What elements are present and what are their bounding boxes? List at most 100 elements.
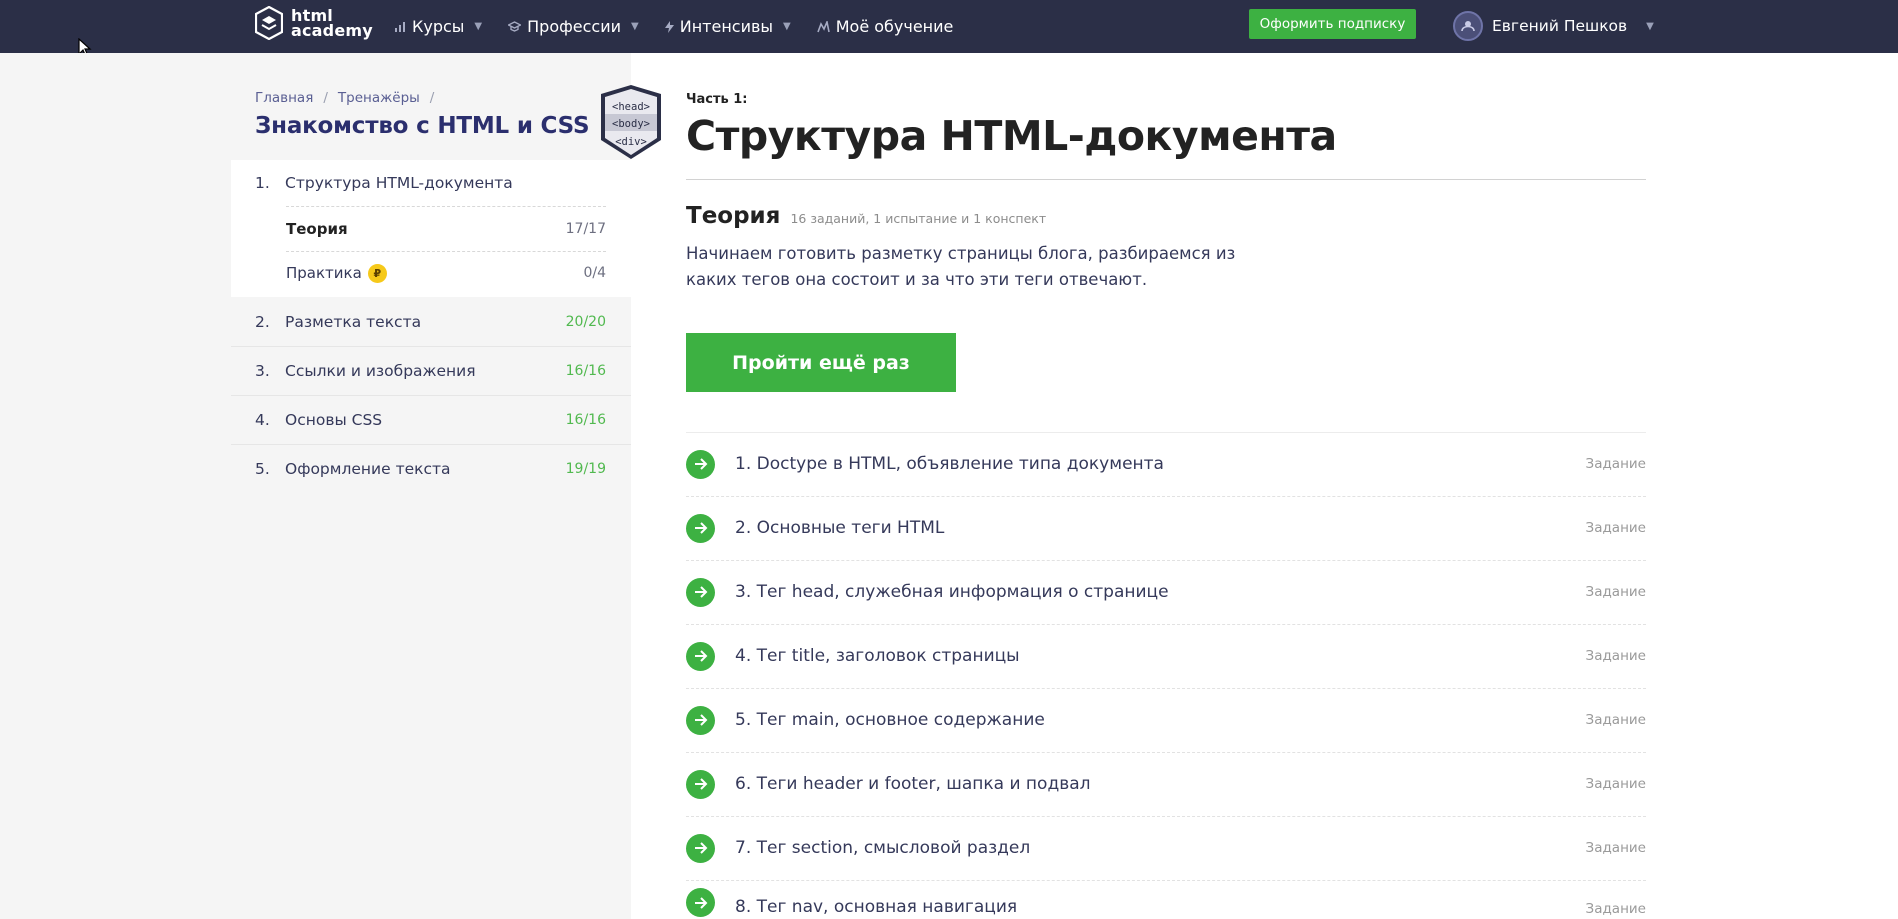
nav-intensives-label: Интенсивы	[679, 17, 774, 36]
task-type: Задание	[1585, 584, 1646, 600]
breadcrumb: Главная / Тренажёры /	[255, 90, 434, 106]
chapter-label: Структура HTML-документа	[285, 174, 513, 192]
badge-line-1: <head>	[612, 101, 650, 113]
nav-my-learning-label: Моё обучение	[835, 17, 954, 36]
task-title: 8. Тег nav, основная навигация	[735, 897, 1018, 917]
chapter-3[interactable]: 3. Ссылки и изображения 16/16	[255, 361, 606, 381]
divider	[286, 206, 606, 207]
chapter-score: 16/16	[565, 363, 606, 379]
nav-professions-label: Профессии	[527, 17, 622, 36]
divider	[286, 251, 606, 252]
chevron-down-icon: ▼	[783, 21, 791, 32]
nav-my-learning[interactable]: Моё обучение	[816, 17, 954, 36]
chapter-1[interactable]: 1. Структура HTML-документа	[255, 173, 606, 193]
task-title: 5. Тег main, основное содержание	[735, 710, 1045, 730]
task-type: Задание	[1585, 776, 1646, 792]
arrow-right-icon	[686, 513, 715, 543]
logo-text: html academy	[291, 8, 373, 40]
arrow-right-icon	[686, 769, 715, 799]
subitem-label: Теория	[286, 220, 348, 238]
task-type: Задание	[1585, 901, 1646, 917]
chapter-number: 2.	[255, 313, 270, 331]
task-type: Задание	[1585, 456, 1646, 472]
page-title: Структура HTML-документа	[686, 112, 1337, 160]
user-avatar-icon	[1461, 21, 1475, 32]
divider	[686, 179, 1646, 180]
user-name: Евгений Пешков	[1492, 17, 1628, 35]
nav-intensives[interactable]: Интенсивы ▼	[664, 17, 791, 36]
task-item[interactable]: 6. Теги header и footer, шапка и подвал …	[686, 752, 1646, 816]
task-item[interactable]: 8. Тег nav, основная навигация Задание	[686, 880, 1646, 919]
arrow-right-icon	[686, 449, 715, 479]
avatar	[1453, 11, 1483, 41]
logo-icon	[255, 6, 283, 40]
task-title: 7. Тег section, смысловой раздел	[735, 838, 1031, 858]
subitem-score: 17/17	[565, 221, 606, 237]
task-item[interactable]: 3. Тег head, служебная информация о стра…	[686, 560, 1646, 624]
task-item[interactable]: 7. Тег section, смысловой раздел Задание	[686, 816, 1646, 880]
chapter-score: 20/20	[565, 314, 606, 330]
bolt-icon	[664, 20, 674, 33]
chapter-5[interactable]: 5. Оформление текста 19/19	[255, 459, 606, 479]
task-type: Задание	[1585, 648, 1646, 664]
html-badge-icon: <head> <body> <div>	[601, 85, 661, 159]
breadcrumb-trainers[interactable]: Тренажёры	[338, 90, 420, 106]
divider	[231, 444, 631, 445]
task-title: 2. Основные теги HTML	[735, 518, 945, 538]
arrow-right-icon	[686, 833, 715, 863]
graduation-cap-icon	[508, 21, 522, 32]
arrow-right-icon	[686, 888, 715, 917]
task-title: 6. Теги header и footer, шапка и подвал	[735, 774, 1091, 794]
theory-heading: Теория	[686, 203, 781, 229]
arrow-right-icon	[686, 577, 715, 607]
breadcrumb-separator: /	[323, 90, 328, 106]
learning-icon	[816, 20, 830, 32]
chevron-down-icon: ▼	[474, 21, 483, 32]
task-item[interactable]: 5. Тег main, основное содержание Задание	[686, 688, 1646, 752]
nav-courses-label: Курсы	[412, 17, 465, 36]
task-title: 4. Тег title, заголовок страницы	[735, 646, 1020, 666]
coin-icon: ₽	[367, 263, 387, 283]
task-item[interactable]: 4. Тег title, заголовок страницы Задание	[686, 624, 1646, 688]
chapter-score: 19/19	[565, 461, 606, 477]
arrow-right-icon	[686, 705, 715, 735]
main-nav: Курсы ▼ Профессии ▼ Интенсивы ▼ Моё обуч…	[395, 0, 953, 53]
task-item[interactable]: 1. Doctype в HTML, объявление типа докум…	[686, 432, 1646, 496]
theory-meta: 16 заданий, 1 испытание и 1 конспект	[790, 211, 1047, 226]
nav-professions[interactable]: Профессии ▼	[508, 17, 639, 36]
chapter-label: Ссылки и изображения	[285, 362, 476, 380]
chapter-number: 5.	[255, 460, 270, 478]
chevron-down-icon: ▼	[631, 21, 639, 32]
divider	[231, 346, 631, 347]
part-label: Часть 1:	[686, 92, 748, 107]
subitem-label: Практика	[286, 264, 362, 282]
breadcrumb-home[interactable]: Главная	[255, 90, 313, 106]
subitem-theory[interactable]: Теория 17/17	[286, 219, 606, 239]
chapter-number: 3.	[255, 362, 270, 380]
chevron-down-icon: ▼	[1646, 20, 1654, 32]
nav-courses[interactable]: Курсы ▼	[395, 17, 482, 36]
chapter-score: 16/16	[565, 412, 606, 428]
chapter-4[interactable]: 4. Основы CSS 16/16	[255, 410, 606, 430]
chart-icon	[395, 22, 405, 32]
breadcrumb-separator: /	[429, 90, 435, 106]
chapter-2[interactable]: 2. Разметка текста 20/20	[255, 312, 606, 332]
task-item[interactable]: 2. Основные теги HTML Задание	[686, 496, 1646, 560]
retry-button[interactable]: Пройти ещё раз	[686, 333, 956, 392]
badge-line-3: <div>	[615, 136, 647, 148]
task-title: 3. Тег head, служебная информация о стра…	[735, 582, 1169, 602]
chapter-number: 1.	[255, 174, 270, 192]
subitem-practice[interactable]: Практика ₽ 0/4	[286, 263, 606, 283]
theory-description: Начинаем готовить разметку страницы блог…	[686, 244, 1236, 289]
subscribe-button[interactable]: Оформить подписку	[1249, 9, 1416, 39]
logo-line-2: academy	[291, 21, 373, 40]
arrow-right-icon	[686, 641, 715, 671]
task-type: Задание	[1585, 840, 1646, 856]
chapter-label: Оформление текста	[285, 460, 451, 478]
badge-line-2: <body>	[612, 118, 650, 130]
task-type: Задание	[1585, 712, 1646, 728]
chapter-label: Разметка текста	[285, 313, 422, 331]
user-menu[interactable]: Евгений Пешков ▼	[1453, 9, 1654, 43]
top-navigation-bar: html academy Курсы ▼ Профессии ▼ Интенси…	[0, 0, 1898, 53]
logo-link[interactable]: html academy	[255, 6, 373, 40]
